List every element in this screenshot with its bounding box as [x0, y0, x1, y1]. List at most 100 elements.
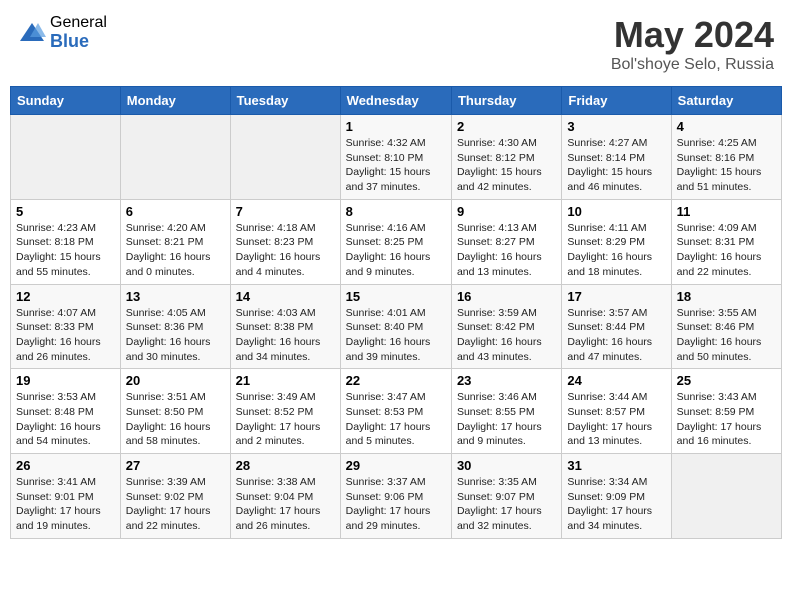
day-number: 6 [126, 204, 225, 219]
day-number: 28 [236, 458, 335, 473]
day-number: 17 [567, 289, 665, 304]
week-row-1: 1 Sunrise: 4:32 AMSunset: 8:10 PMDaylight… [11, 115, 782, 200]
day-info: Sunrise: 3:34 AMSunset: 9:09 PMDaylight:… [567, 475, 665, 534]
calendar-cell: 3 Sunrise: 4:27 AMSunset: 8:14 PMDaylight… [562, 115, 671, 200]
weekday-header-tuesday: Tuesday [230, 87, 340, 115]
calendar-cell: 30 Sunrise: 3:35 AMSunset: 9:07 PMDayligh… [451, 454, 561, 539]
calendar-cell: 21Sunrise: 3:49 AMSunset: 8:52 PMDayligh… [230, 369, 340, 454]
page-header: General Blue May 2024 Bol'shoye Selo, Ru… [10, 10, 782, 78]
day-info: Sunrise: 3:35 AMSunset: 9:07 PMDaylight:… [457, 475, 556, 534]
day-number: 12 [16, 289, 115, 304]
day-info: Sunrise: 3:55 AMSunset: 8:46 PMDaylight:… [677, 306, 776, 365]
calendar-cell: 6 Sunrise: 4:20 AMSunset: 8:21 PMDaylight… [120, 199, 230, 284]
week-row-5: 26Sunrise: 3:41 AMSunset: 9:01 PMDayligh… [11, 454, 782, 539]
day-number: 11 [677, 204, 776, 219]
calendar-cell: 28 Sunrise: 3:38 AMSunset: 9:04 PMDayligh… [230, 454, 340, 539]
calendar-cell: 25 Sunrise: 3:43 AMSunset: 8:59 PMDayligh… [671, 369, 781, 454]
month-title: May 2024 [611, 14, 774, 56]
day-number: 24 [567, 373, 665, 388]
weekday-header-friday: Friday [562, 87, 671, 115]
calendar-cell: 18Sunrise: 3:55 AMSunset: 8:46 PMDayligh… [671, 284, 781, 369]
day-number: 26 [16, 458, 115, 473]
day-number: 14 [236, 289, 335, 304]
logo-general: General [50, 14, 107, 32]
calendar-cell: 20 Sunrise: 3:51 AMSunset: 8:50 PMDayligh… [120, 369, 230, 454]
day-info: Sunrise: 4:27 AMSunset: 8:14 PMDaylight:… [567, 136, 665, 195]
day-info: Sunrise: 3:46 AMSunset: 8:55 PMDaylight:… [457, 390, 556, 449]
weekday-header-saturday: Saturday [671, 87, 781, 115]
calendar-cell: 29Sunrise: 3:37 AMSunset: 9:06 PMDayligh… [340, 454, 451, 539]
day-info: Sunrise: 3:53 AMSunset: 8:48 PMDaylight:… [16, 390, 115, 449]
day-number: 16 [457, 289, 556, 304]
day-number: 2 [457, 119, 556, 134]
day-number: 7 [236, 204, 335, 219]
day-info: Sunrise: 4:20 AMSunset: 8:21 PMDaylight:… [126, 221, 225, 280]
day-info: Sunrise: 4:16 AMSunset: 8:25 PMDaylight:… [346, 221, 446, 280]
logo-icon [18, 19, 46, 47]
calendar-cell: 12 Sunrise: 4:07 AMSunset: 8:33 PMDayligh… [11, 284, 121, 369]
calendar-cell [230, 115, 340, 200]
day-info: Sunrise: 4:07 AMSunset: 8:33 PMDaylight:… [16, 306, 115, 365]
calendar-cell [11, 115, 121, 200]
calendar-cell: 19 Sunrise: 3:53 AMSunset: 8:48 PMDayligh… [11, 369, 121, 454]
calendar-cell: 31Sunrise: 3:34 AMSunset: 9:09 PMDayligh… [562, 454, 671, 539]
calendar-cell: 4 Sunrise: 4:25 AMSunset: 8:16 PMDaylight… [671, 115, 781, 200]
day-info: Sunrise: 4:09 AMSunset: 8:31 PMDaylight:… [677, 221, 776, 280]
calendar-cell [120, 115, 230, 200]
day-number: 3 [567, 119, 665, 134]
calendar-cell: 9 Sunrise: 4:13 AMSunset: 8:27 PMDaylight… [451, 199, 561, 284]
title-block: May 2024 Bol'shoye Selo, Russia [611, 14, 774, 74]
day-info: Sunrise: 4:32 AMSunset: 8:10 PMDaylight:… [346, 136, 446, 195]
logo-text: General Blue [50, 14, 107, 51]
calendar-cell: 13 Sunrise: 4:05 AMSunset: 8:36 PMDayligh… [120, 284, 230, 369]
day-number: 27 [126, 458, 225, 473]
logo-blue: Blue [50, 32, 107, 52]
day-info: Sunrise: 3:38 AMSunset: 9:04 PMDaylight:… [236, 475, 335, 534]
weekday-header-row: SundayMondayTuesdayWednesdayThursdayFrid… [11, 87, 782, 115]
day-number: 19 [16, 373, 115, 388]
day-info: Sunrise: 3:37 AMSunset: 9:06 PMDaylight:… [346, 475, 446, 534]
day-number: 5 [16, 204, 115, 219]
week-row-2: 5Sunrise: 4:23 AMSunset: 8:18 PMDaylight… [11, 199, 782, 284]
calendar-table: SundayMondayTuesdayWednesdayThursdayFrid… [10, 86, 782, 539]
calendar-cell: 1 Sunrise: 4:32 AMSunset: 8:10 PMDaylight… [340, 115, 451, 200]
day-number: 1 [346, 119, 446, 134]
day-number: 4 [677, 119, 776, 134]
day-number: 23 [457, 373, 556, 388]
day-info: Sunrise: 3:57 AMSunset: 8:44 PMDaylight:… [567, 306, 665, 365]
calendar-cell: 17 Sunrise: 3:57 AMSunset: 8:44 PMDayligh… [562, 284, 671, 369]
day-number: 9 [457, 204, 556, 219]
day-info: Sunrise: 4:11 AMSunset: 8:29 PMDaylight:… [567, 221, 665, 280]
day-info: Sunrise: 3:59 AMSunset: 8:42 PMDaylight:… [457, 306, 556, 365]
day-number: 8 [346, 204, 446, 219]
logo: General Blue [18, 14, 107, 51]
location: Bol'shoye Selo, Russia [611, 56, 774, 74]
calendar-cell: 27 Sunrise: 3:39 AMSunset: 9:02 PMDayligh… [120, 454, 230, 539]
day-info: Sunrise: 4:13 AMSunset: 8:27 PMDaylight:… [457, 221, 556, 280]
day-info: Sunrise: 3:39 AMSunset: 9:02 PMDaylight:… [126, 475, 225, 534]
calendar-cell: 26Sunrise: 3:41 AMSunset: 9:01 PMDayligh… [11, 454, 121, 539]
day-number: 10 [567, 204, 665, 219]
week-row-4: 19 Sunrise: 3:53 AMSunset: 8:48 PMDayligh… [11, 369, 782, 454]
calendar-cell: 2 Sunrise: 4:30 AMSunset: 8:12 PMDaylight… [451, 115, 561, 200]
calendar-cell: 15Sunrise: 4:01 AMSunset: 8:40 PMDayligh… [340, 284, 451, 369]
calendar-cell: 23 Sunrise: 3:46 AMSunset: 8:55 PMDayligh… [451, 369, 561, 454]
day-info: Sunrise: 4:05 AMSunset: 8:36 PMDaylight:… [126, 306, 225, 365]
day-info: Sunrise: 3:51 AMSunset: 8:50 PMDaylight:… [126, 390, 225, 449]
day-info: Sunrise: 3:44 AMSunset: 8:57 PMDaylight:… [567, 390, 665, 449]
day-info: Sunrise: 4:18 AMSunset: 8:23 PMDaylight:… [236, 221, 335, 280]
day-info: Sunrise: 3:43 AMSunset: 8:59 PMDaylight:… [677, 390, 776, 449]
day-info: Sunrise: 4:30 AMSunset: 8:12 PMDaylight:… [457, 136, 556, 195]
calendar-cell: 22Sunrise: 3:47 AMSunset: 8:53 PMDayligh… [340, 369, 451, 454]
calendar-cell [671, 454, 781, 539]
calendar-cell: 8 Sunrise: 4:16 AMSunset: 8:25 PMDaylight… [340, 199, 451, 284]
calendar-cell: 5Sunrise: 4:23 AMSunset: 8:18 PMDaylight… [11, 199, 121, 284]
day-number: 25 [677, 373, 776, 388]
day-number: 30 [457, 458, 556, 473]
day-number: 13 [126, 289, 225, 304]
day-number: 22 [346, 373, 446, 388]
day-number: 20 [126, 373, 225, 388]
day-info: Sunrise: 3:49 AMSunset: 8:52 PMDaylight:… [236, 390, 335, 449]
weekday-header-thursday: Thursday [451, 87, 561, 115]
day-info: Sunrise: 4:25 AMSunset: 8:16 PMDaylight:… [677, 136, 776, 195]
